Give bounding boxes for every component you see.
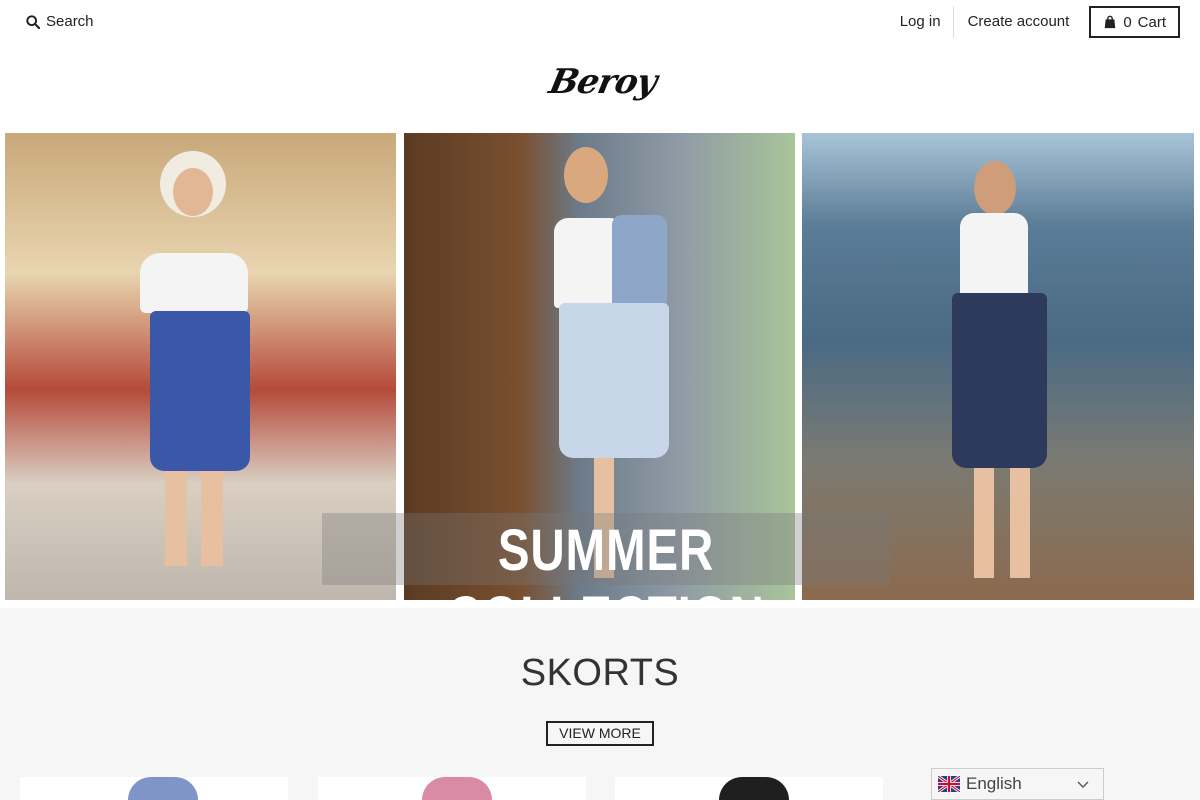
model-head xyxy=(974,161,1016,215)
shopping-bag-icon xyxy=(1105,15,1116,29)
view-more-button[interactable]: VIEW MORE xyxy=(546,721,654,746)
product-card[interactable] xyxy=(615,777,883,800)
top-bar: Search Log in Create account 0 Cart xyxy=(0,0,1200,46)
product-image xyxy=(422,777,492,800)
model-top xyxy=(140,253,248,313)
model-head xyxy=(564,147,608,203)
model-head xyxy=(173,168,213,216)
model-leg xyxy=(165,471,187,566)
model-skirt xyxy=(559,303,669,458)
search-label: Search xyxy=(46,13,94,30)
language-label: English xyxy=(966,774,1022,793)
uk-flag-icon xyxy=(938,776,960,792)
model-leg xyxy=(201,471,223,566)
language-selector[interactable]: English xyxy=(931,768,1104,800)
cart-count: 0 xyxy=(1123,13,1132,31)
model-skirt xyxy=(150,311,250,471)
product-card[interactable] xyxy=(20,777,288,800)
store-logo[interactable]: Beroy xyxy=(546,62,660,114)
search-icon xyxy=(26,14,40,29)
model-leg xyxy=(974,468,994,578)
product-card[interactable] xyxy=(318,777,586,800)
product-image xyxy=(719,777,789,800)
cart-button[interactable]: 0 Cart xyxy=(1089,6,1180,38)
search-link[interactable]: Search xyxy=(26,13,94,30)
login-link[interactable]: Log in xyxy=(888,6,954,38)
logo-text: Beroy xyxy=(545,62,660,102)
model-leg xyxy=(1010,468,1030,578)
chevron-down-icon xyxy=(1077,781,1089,788)
cart-label: Cart xyxy=(1137,13,1166,31)
model-top xyxy=(960,213,1028,303)
model-skirt xyxy=(952,293,1047,468)
product-image xyxy=(128,777,198,800)
collection-title: SKORTS xyxy=(520,652,680,694)
hero-banner[interactable]: SUMMER COLLECTION xyxy=(5,133,1194,650)
create-account-link[interactable]: Create account xyxy=(954,6,1090,38)
account-nav: Log in Create account 0 Cart xyxy=(888,6,1180,38)
